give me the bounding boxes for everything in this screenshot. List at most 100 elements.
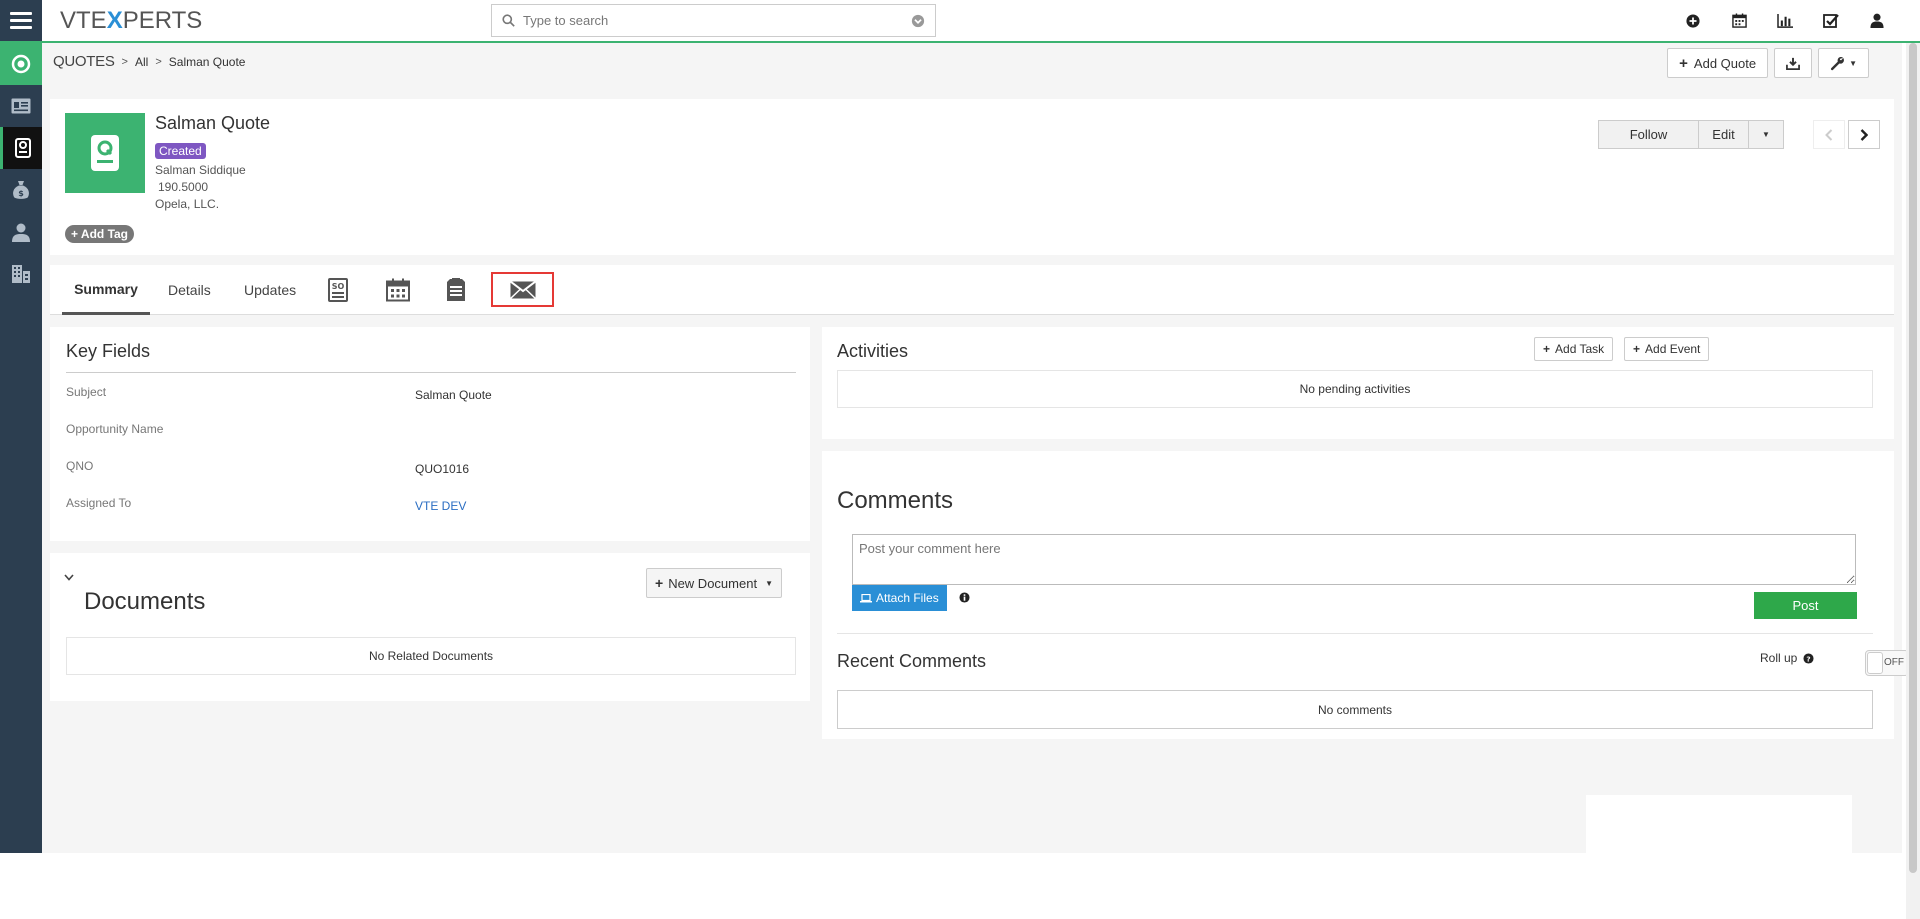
breadcrumb-current: Salman Quote bbox=[168, 54, 246, 69]
edit-button[interactable]: Edit bbox=[1699, 120, 1749, 149]
toggle-state: OFF bbox=[1884, 657, 1904, 668]
svg-text:?: ? bbox=[1807, 654, 1811, 663]
next-record-button[interactable] bbox=[1848, 120, 1880, 149]
activities-panel: Activities + Add Task + Add Event No pendi… bbox=[822, 327, 1894, 439]
tab-details[interactable]: Details bbox=[168, 265, 211, 315]
field-label-assigned: Assigned To bbox=[66, 496, 132, 510]
sidebar-item-contacts-card[interactable] bbox=[0, 85, 42, 127]
logo-text-pre: VTE bbox=[60, 6, 107, 34]
rollup-label-group: Roll up ? bbox=[1760, 651, 1814, 665]
record-organization: Opela, LLC. bbox=[155, 197, 220, 211]
previous-record-button[interactable] bbox=[1813, 120, 1845, 149]
app-sidebar: $ bbox=[0, 43, 42, 853]
rollup-toggle[interactable]: OFF bbox=[1865, 650, 1909, 676]
record-navigation bbox=[1813, 120, 1880, 149]
rollup-label: Roll up bbox=[1760, 651, 1798, 665]
target-icon bbox=[11, 54, 31, 74]
comment-input[interactable] bbox=[852, 534, 1856, 585]
user-menu-icon[interactable] bbox=[1854, 0, 1900, 41]
invoice-doc-icon bbox=[447, 278, 465, 301]
field-value-assigned[interactable]: VTE DEV bbox=[415, 499, 466, 513]
breadcrumb-module[interactable]: QUOTES bbox=[53, 53, 115, 70]
id-card-icon bbox=[11, 98, 31, 114]
svg-text:SO: SO bbox=[332, 282, 345, 291]
sidebar-item-opportunities[interactable]: $ bbox=[0, 169, 42, 211]
logo[interactable]: VTEXPERTS bbox=[60, 7, 202, 35]
follow-button[interactable]: Follow bbox=[1598, 120, 1699, 149]
tab-updates[interactable]: Updates bbox=[244, 265, 296, 315]
menu-toggle-icon[interactable] bbox=[0, 0, 42, 41]
new-document-button[interactable]: + New Document ▼ bbox=[646, 568, 782, 598]
post-comment-button[interactable]: Post bbox=[1754, 592, 1857, 619]
record-title: Salman Quote bbox=[155, 113, 271, 133]
sidebar-item-quotes[interactable] bbox=[0, 127, 42, 169]
sidebar-item-home[interactable] bbox=[0, 43, 42, 85]
breadcrumb-all[interactable]: All bbox=[135, 55, 148, 69]
add-quote-label: Add Quote bbox=[1693, 55, 1757, 71]
person-icon bbox=[12, 223, 30, 242]
record-contact: Salman Siddique bbox=[155, 163, 246, 177]
page-footer-area bbox=[0, 853, 1920, 919]
record-tabs: Summary Details Updates SO bbox=[50, 265, 1894, 315]
activities-empty: No pending activities bbox=[837, 370, 1873, 408]
help-icon[interactable]: ? bbox=[1803, 652, 1814, 664]
add-event-button[interactable]: + Add Event bbox=[1624, 337, 1710, 361]
settings-dropdown-button[interactable]: ▼ bbox=[1818, 48, 1869, 78]
tab-invoices[interactable] bbox=[446, 265, 466, 315]
search-icon bbox=[502, 14, 515, 27]
quote-record-icon bbox=[65, 113, 145, 193]
recent-comments-title: Recent Comments bbox=[837, 651, 987, 671]
info-icon[interactable] bbox=[959, 591, 970, 606]
import-button[interactable] bbox=[1774, 48, 1813, 78]
add-quote-button[interactable]: + Add Quote bbox=[1667, 48, 1769, 78]
activities-title: Activities bbox=[837, 341, 909, 361]
field-value-qno: QUO1016 bbox=[415, 462, 470, 476]
chevron-right-icon bbox=[1860, 128, 1868, 141]
toggle-knob bbox=[1867, 652, 1883, 674]
plus-icon: + bbox=[1679, 54, 1688, 72]
calendar-icon bbox=[386, 278, 410, 302]
svg-text:$: $ bbox=[18, 189, 24, 198]
quote-doc-icon bbox=[14, 138, 31, 158]
new-document-label: New Document bbox=[668, 575, 758, 591]
envelope-icon bbox=[509, 280, 536, 299]
main-content: QUOTES > All > Salman Quote + Add Quote ▼… bbox=[42, 43, 1909, 853]
more-actions-button[interactable]: ▼ bbox=[1749, 120, 1784, 149]
search-dropdown-icon[interactable] bbox=[911, 14, 925, 28]
tab-emails[interactable] bbox=[491, 272, 554, 307]
status-badge: Created bbox=[155, 143, 206, 159]
key-fields-panel: Key Fields Subject Salman Quote Opportun… bbox=[50, 327, 810, 541]
attach-files-button[interactable]: Attach Files bbox=[852, 585, 947, 611]
key-fields-title: Key Fields bbox=[66, 341, 151, 361]
building-icon bbox=[12, 265, 30, 283]
quick-create-icon[interactable] bbox=[1670, 0, 1716, 41]
page-scrollbar[interactable] bbox=[1906, 43, 1920, 919]
tab-activities[interactable] bbox=[386, 265, 410, 315]
record-header: Salman Quote Created Salman Siddique 190… bbox=[50, 99, 1894, 255]
download-icon bbox=[1786, 57, 1801, 70]
plus-icon: + bbox=[71, 227, 81, 241]
sidebar-item-organizations[interactable] bbox=[0, 253, 42, 295]
add-event-label: Add Event bbox=[1645, 342, 1701, 356]
plus-icon: + bbox=[1633, 342, 1641, 356]
chevron-down-icon: ▼ bbox=[765, 578, 773, 588]
calendar-icon[interactable] bbox=[1716, 0, 1762, 41]
tab-sales-orders[interactable]: SO bbox=[328, 265, 348, 315]
record-amount: 190.5000 bbox=[158, 180, 209, 194]
field-value-subject[interactable]: Salman Quote bbox=[415, 388, 492, 402]
search-input[interactable] bbox=[523, 13, 911, 28]
reports-icon[interactable] bbox=[1762, 0, 1808, 41]
breadcrumb: QUOTES > All > Salman Quote bbox=[53, 53, 245, 70]
tab-summary[interactable]: Summary bbox=[62, 265, 150, 315]
add-tag-button[interactable]: + Add Tag bbox=[65, 225, 135, 243]
collapse-toggle-icon[interactable] bbox=[64, 569, 74, 584]
global-search bbox=[491, 4, 936, 37]
field-label-opportunity: Opportunity Name bbox=[66, 422, 164, 436]
money-bag-icon: $ bbox=[13, 181, 29, 199]
comments-empty: No comments bbox=[837, 690, 1873, 729]
documents-title: Documents bbox=[84, 588, 206, 615]
tasks-icon[interactable] bbox=[1808, 0, 1854, 41]
scrollbar-thumb[interactable] bbox=[1909, 43, 1917, 873]
sidebar-item-contacts[interactable] bbox=[0, 211, 42, 253]
add-task-button[interactable]: + Add Task bbox=[1534, 337, 1614, 361]
